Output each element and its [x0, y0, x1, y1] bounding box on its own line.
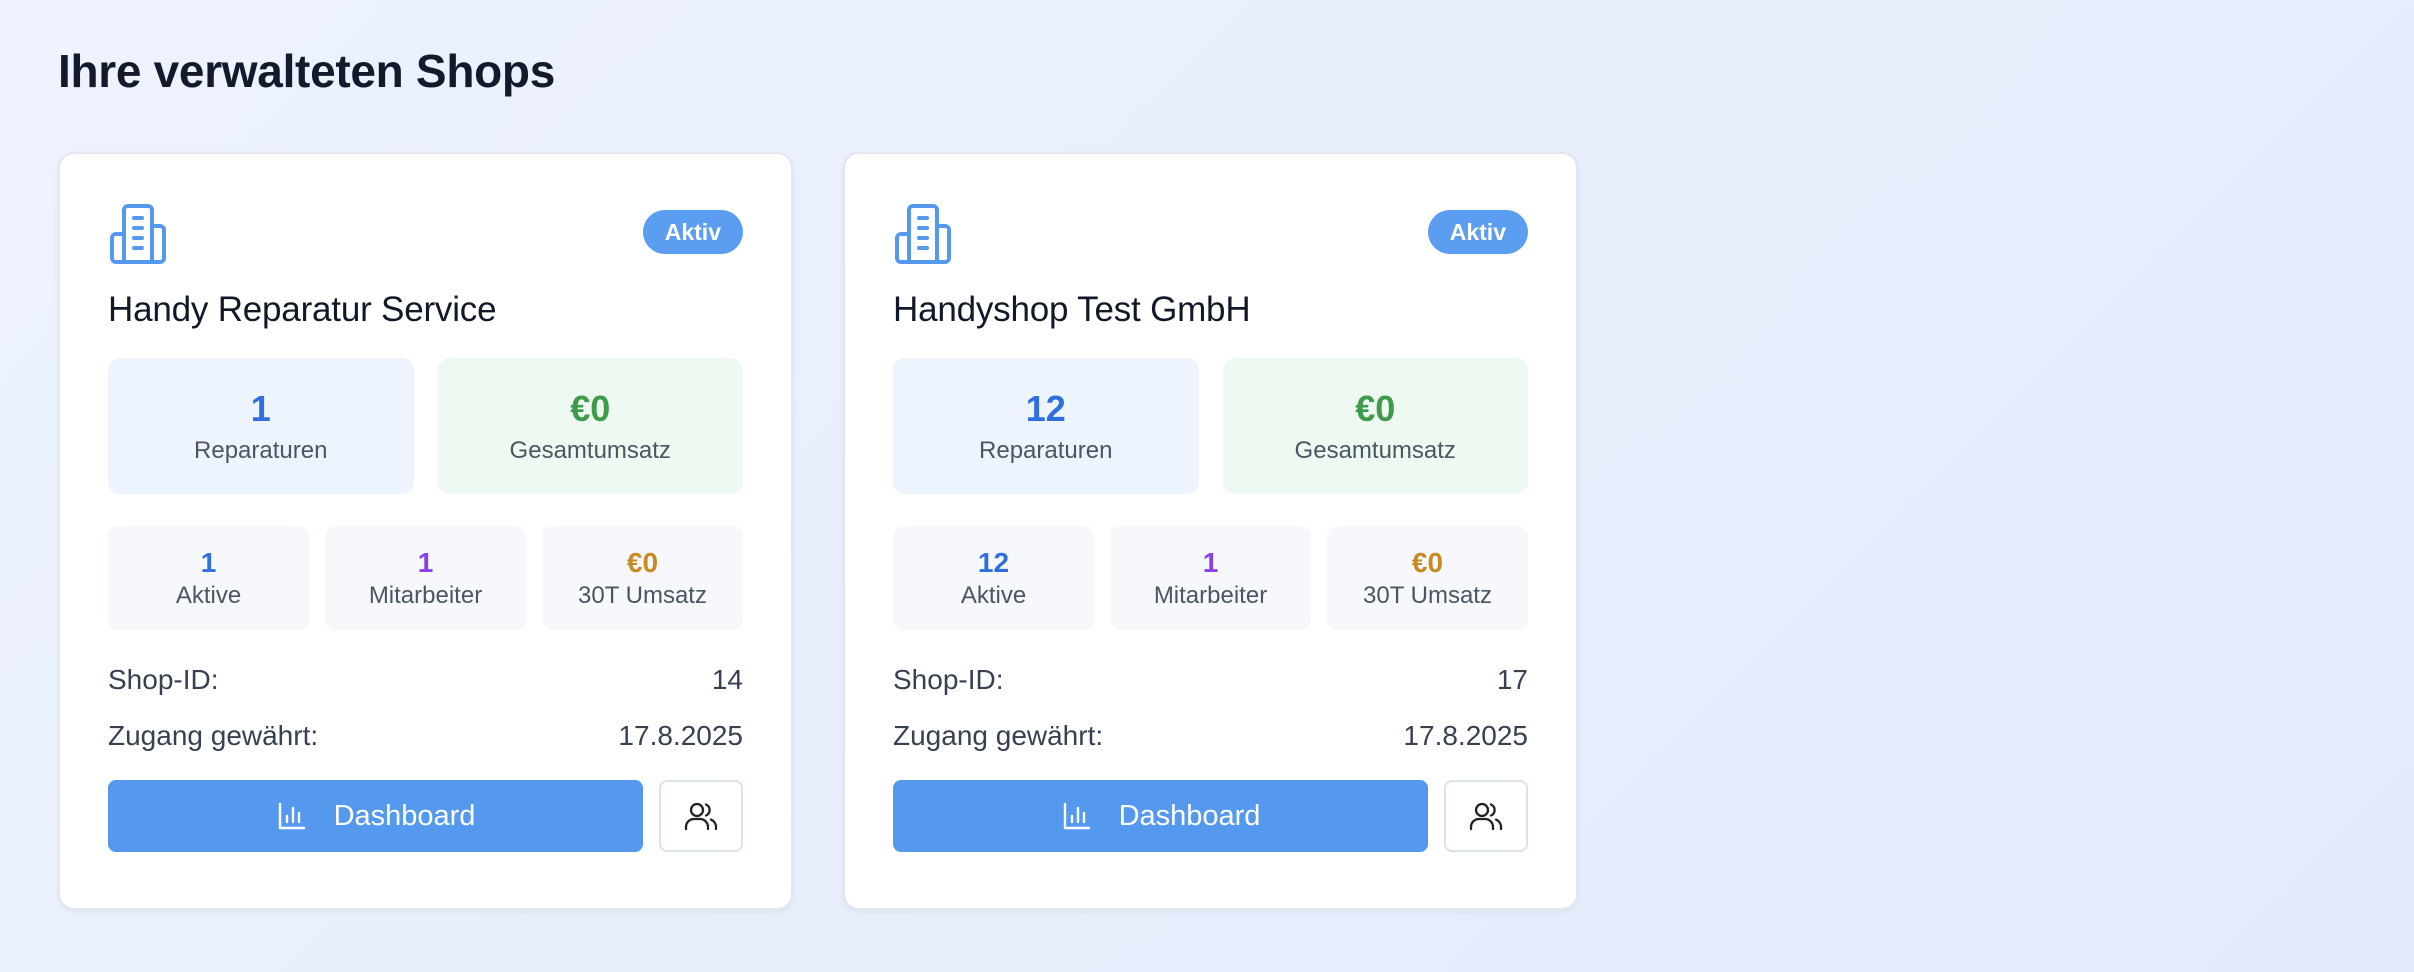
staff-value: 1 — [417, 547, 434, 578]
building-icon — [895, 204, 951, 264]
secondary-stats: 12 Aktive 1 Mitarbeiter €0 30T Umsatz — [893, 526, 1528, 630]
shop-card-list: Aktiv Handy Reparatur Service 1 Reparatu… — [58, 152, 1578, 910]
active-label: Aktive — [960, 582, 1027, 609]
shop-card-header: Aktiv — [108, 202, 743, 274]
main-stats: 1 Reparaturen €0 Gesamtumsatz — [108, 358, 743, 494]
shop-card: Aktiv Handyshop Test GmbH 12 Reparaturen… — [843, 152, 1578, 910]
revenue-30d-value: €0 — [1411, 547, 1444, 578]
revenue-label: Gesamtumsatz — [509, 437, 671, 464]
dashboard-button[interactable]: Dashboard — [893, 780, 1428, 852]
shop-id-value: 17 — [1496, 664, 1528, 695]
active-value: 12 — [977, 547, 1010, 578]
access-granted-date: 17.8.2025 — [1403, 720, 1528, 751]
revenue-30d-value: €0 — [626, 547, 659, 578]
shop-id-row: Shop-ID: 17 — [893, 652, 1528, 708]
staff-stat: 1 Mitarbeiter — [1110, 526, 1311, 630]
shop-card: Aktiv Handy Reparatur Service 1 Reparatu… — [58, 152, 793, 910]
active-stat: 12 Aktive — [893, 526, 1094, 630]
status-badge: Aktiv — [1427, 210, 1528, 254]
manage-users-button[interactable] — [659, 780, 743, 852]
active-label: Aktive — [175, 582, 242, 609]
active-stat: 1 Aktive — [108, 526, 309, 630]
staff-value: 1 — [1202, 547, 1219, 578]
staff-label: Mitarbeiter — [1153, 582, 1268, 609]
shop-name: Handyshop Test GmbH — [893, 290, 1251, 329]
secondary-stats: 1 Aktive 1 Mitarbeiter €0 30T Umsatz — [108, 526, 743, 630]
manage-users-button[interactable] — [1444, 780, 1528, 852]
shop-info: Shop-ID: 14 Zugang gewährt: 17.8.2025 — [108, 652, 743, 764]
status-badge: Aktiv — [642, 210, 743, 254]
active-value: 1 — [200, 547, 217, 578]
repairs-label: Reparaturen — [979, 437, 1113, 464]
building-icon — [110, 204, 166, 264]
repairs-stat: 12 Reparaturen — [893, 358, 1199, 494]
repairs-value: 1 — [250, 388, 271, 429]
access-granted-row: Zugang gewährt: 17.8.2025 — [893, 708, 1528, 764]
revenue-30d-stat: €0 30T Umsatz — [1327, 526, 1528, 630]
access-granted-row: Zugang gewährt: 17.8.2025 — [108, 708, 743, 764]
repairs-stat: 1 Reparaturen — [108, 358, 414, 494]
revenue-label: Gesamtumsatz — [1294, 437, 1456, 464]
shop-info: Shop-ID: 17 Zugang gewährt: 17.8.2025 — [893, 652, 1528, 764]
bar-chart-icon — [1063, 802, 1090, 830]
repairs-value: 12 — [1025, 388, 1066, 429]
shop-card-header: Aktiv — [893, 202, 1528, 274]
revenue-30d-stat: €0 30T Umsatz — [542, 526, 743, 630]
staff-stat: 1 Mitarbeiter — [325, 526, 526, 630]
staff-label: Mitarbeiter — [368, 582, 483, 609]
revenue-30d-label: 30T Umsatz — [578, 582, 707, 609]
shop-actions: Dashboard — [108, 780, 743, 852]
revenue-stat: €0 Gesamtumsatz — [1222, 358, 1528, 494]
bar-chart-icon — [278, 802, 305, 830]
shop-id-label: Shop-ID: — [108, 664, 219, 695]
revenue-stat: €0 Gesamtumsatz — [437, 358, 743, 494]
shop-id-value: 14 — [711, 664, 743, 695]
revenue-30d-label: 30T Umsatz — [1363, 582, 1492, 609]
main-stats: 12 Reparaturen €0 Gesamtumsatz — [893, 358, 1528, 494]
shop-actions: Dashboard — [893, 780, 1528, 852]
dashboard-button-label: Dashboard — [333, 799, 476, 832]
repairs-label: Reparaturen — [194, 437, 328, 464]
shop-id-label: Shop-ID: — [893, 664, 1004, 695]
access-granted-label: Zugang gewährt: — [893, 720, 1104, 751]
revenue-value: €0 — [570, 388, 611, 429]
users-icon — [1469, 802, 1503, 831]
page-title: Ihre verwalteten Shops — [58, 45, 555, 97]
dashboard-button[interactable]: Dashboard — [108, 780, 643, 852]
access-granted-label: Zugang gewährt: — [108, 720, 319, 751]
dashboard-button-label: Dashboard — [1118, 799, 1261, 832]
shop-id-row: Shop-ID: 14 — [108, 652, 743, 708]
users-icon — [684, 802, 718, 831]
access-granted-date: 17.8.2025 — [618, 720, 743, 751]
shop-name: Handy Reparatur Service — [108, 290, 497, 329]
revenue-value: €0 — [1355, 388, 1396, 429]
